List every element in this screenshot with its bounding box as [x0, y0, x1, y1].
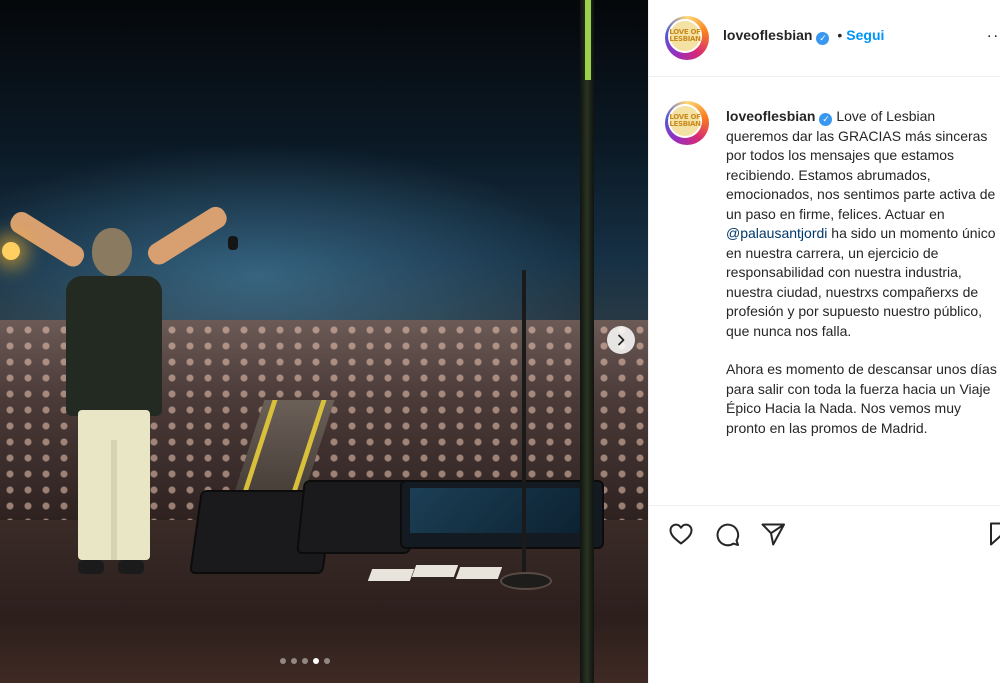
follow-button[interactable]: Segui [846, 27, 884, 43]
post-side-panel: LOVE OF LESBIAN loveoflesbian ✓ • Segui ..… [648, 0, 1000, 683]
separator-dot: • [837, 27, 843, 43]
verified-badge-icon: ✓ [819, 113, 833, 126]
action-bar [649, 505, 1000, 566]
verified-badge-icon: ✓ [816, 32, 830, 45]
performer-legs [78, 410, 150, 560]
avatar-logo: LOVE OF LESBIAN [668, 104, 702, 138]
performer-head [92, 228, 132, 276]
caption-part2: ha sido un momento único en nuestra carr… [726, 225, 996, 339]
heart-icon [669, 523, 693, 545]
avatar-logo: LOVE OF LESBIAN [668, 19, 702, 53]
stage-cable [585, 0, 591, 80]
post-caption: LOVE OF LESBIAN loveoflesbian ✓ Love of L… [649, 77, 1000, 505]
like-button[interactable] [667, 520, 695, 548]
mic-stand [522, 270, 526, 580]
share-icon [761, 523, 785, 546]
performer [0, 203, 260, 590]
chevron-right-icon [618, 334, 625, 346]
more-options-button[interactable]: ... [987, 24, 1000, 42]
performer-shoe [78, 560, 104, 574]
comment-icon [716, 523, 740, 547]
carousel-indicator [280, 658, 330, 664]
carousel-dot [313, 658, 319, 664]
bookmark-icon [990, 522, 1000, 546]
performer-shoe [118, 560, 144, 574]
carousel-dot [324, 658, 330, 664]
post-photo[interactable] [0, 0, 648, 683]
header-username[interactable]: loveoflesbian [723, 27, 812, 43]
caption-paragraph-2: Ahora es momento de descansar unos días … [726, 361, 997, 436]
caption-avatar[interactable]: LOVE OF LESBIAN [665, 101, 709, 145]
stage-light-glow [2, 242, 20, 260]
caption-username[interactable]: loveoflesbian [726, 108, 815, 124]
stage-screen [400, 480, 604, 549]
microphone [228, 236, 238, 250]
carousel-dot [291, 658, 297, 664]
carousel-dot [280, 658, 286, 664]
save-button[interactable] [987, 520, 1000, 548]
share-button[interactable] [759, 520, 787, 548]
header-name-row: loveoflesbian ✓ • Segui [723, 27, 884, 45]
comment-button[interactable] [713, 520, 741, 548]
setlist-papers [367, 565, 520, 585]
carousel-dot [302, 658, 308, 664]
profile-avatar[interactable]: LOVE OF LESBIAN [665, 16, 709, 60]
caption-mention-link[interactable]: @palausantjordi [726, 225, 827, 241]
caption-text: loveoflesbian ✓ Love of Lesbian queremos … [726, 107, 998, 438]
carousel-next-button[interactable] [607, 326, 635, 354]
performer-torso [66, 276, 162, 416]
mic-stand-base [500, 572, 552, 590]
caption-part1: Love of Lesbian queremos dar las GRACIAS… [726, 108, 996, 222]
stage-pole [580, 0, 594, 683]
post-header: LOVE OF LESBIAN loveoflesbian ✓ • Segui ..… [649, 0, 1000, 77]
